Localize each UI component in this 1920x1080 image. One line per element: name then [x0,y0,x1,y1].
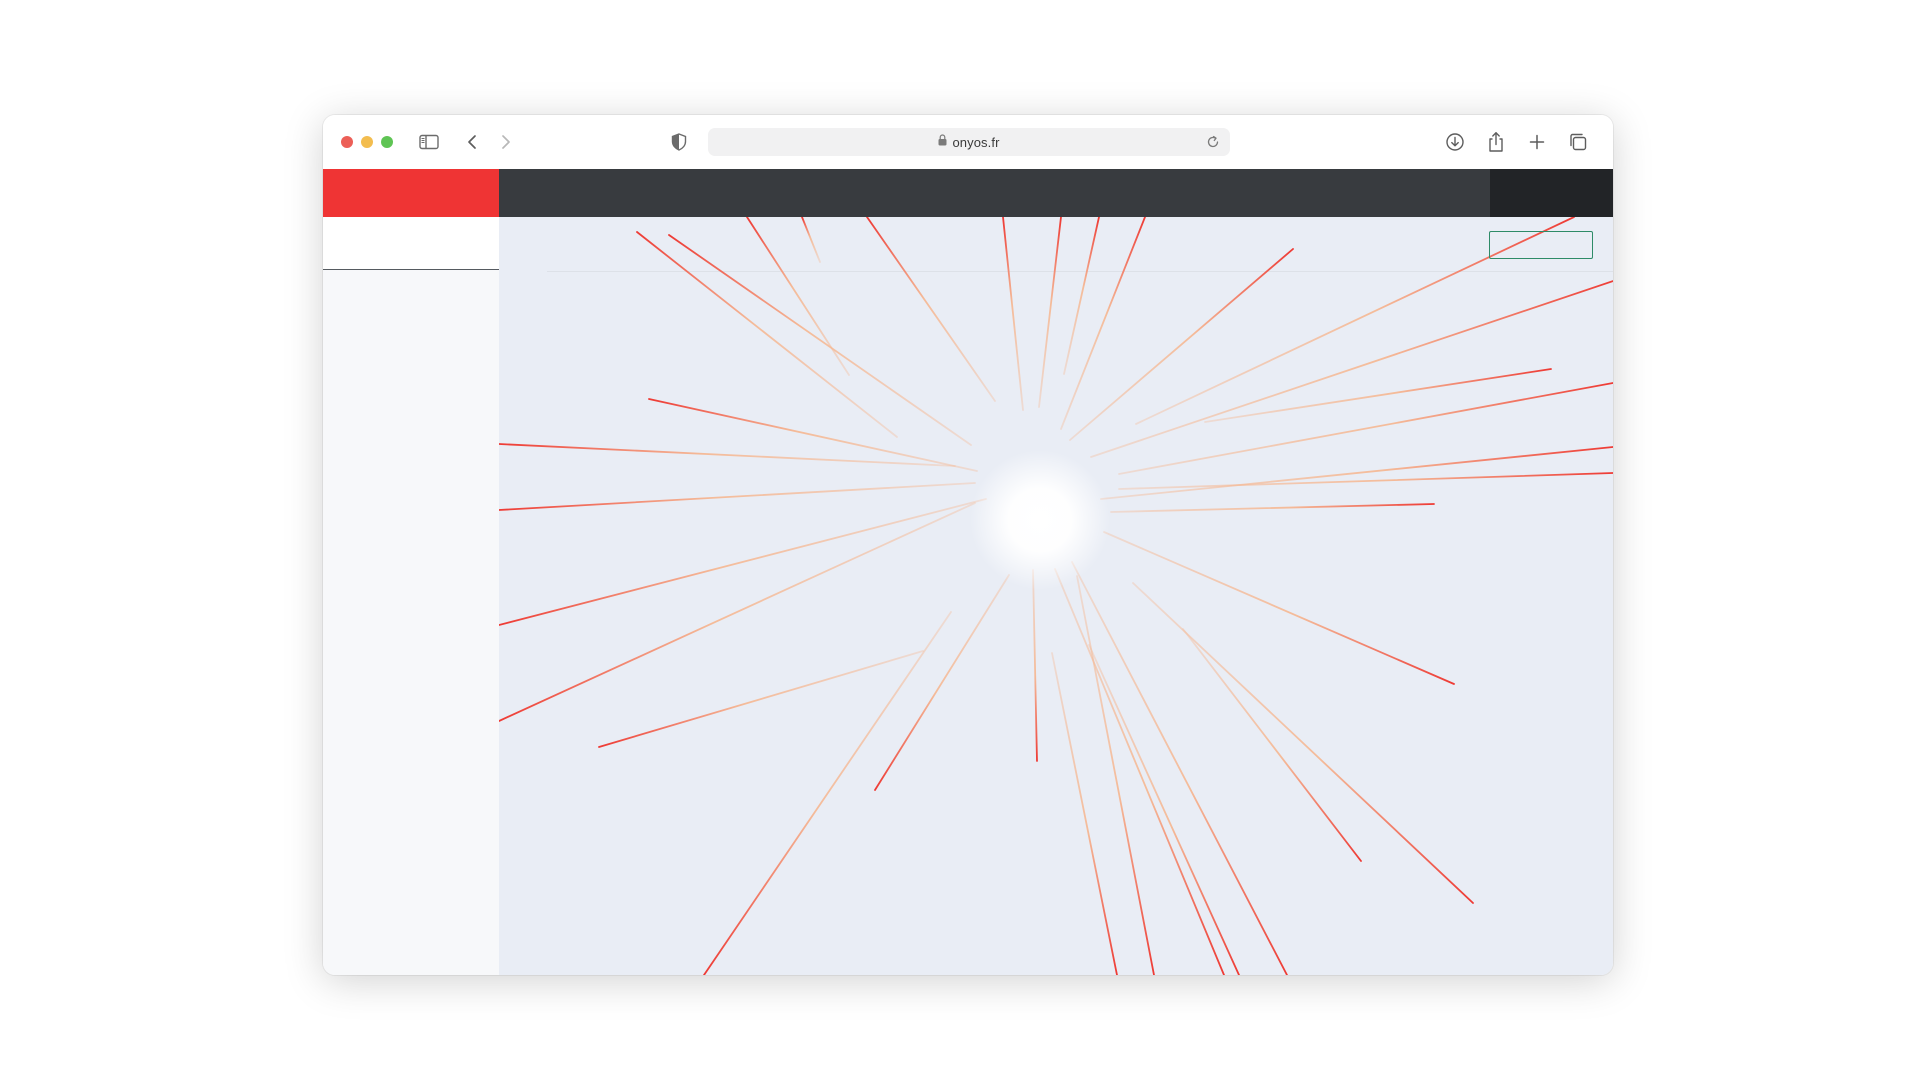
burst-ray [499,482,976,511]
burst-ray [499,498,987,626]
burst-ray [1051,652,1118,975]
burst-ray [1076,575,1155,975]
burst-ray [648,398,978,472]
burst-ray [1110,503,1435,513]
burst-ray [703,611,952,975]
page-viewport [323,169,1613,975]
sidebar-icon[interactable] [417,130,441,154]
burst-ray [598,650,924,748]
burst-ray [499,443,956,467]
header-action-button[interactable] [1489,231,1593,259]
burst-ray [746,217,850,376]
loading-burst-animation [499,217,1613,975]
burst-ray [866,217,996,402]
browser-window: onyos.fr [323,115,1613,975]
burst-ray [1060,217,1146,430]
lock-icon [938,133,947,151]
chevron-right-icon[interactable] [493,130,517,154]
url-text: onyos.fr [952,134,1000,150]
top-navigation-user-area[interactable] [1490,169,1613,217]
burst-ray [1002,217,1024,411]
burst-ray [1088,644,1240,975]
burst-ray [499,502,976,722]
browser-toolbar: onyos.fr [323,115,1613,169]
main-content [499,217,1613,975]
download-icon[interactable] [1443,130,1467,154]
burst-ray [1069,248,1294,441]
burst-ray [874,574,1010,791]
brand-logo-area[interactable] [323,169,499,217]
close-window-button[interactable] [341,136,353,148]
burst-ray [1054,568,1225,975]
tabs-overview-icon[interactable] [1566,130,1590,154]
burst-ray [1100,446,1613,500]
burst-ray [1063,217,1100,375]
shield-icon[interactable] [667,130,691,154]
chevron-left-icon[interactable] [461,130,485,154]
burst-ray [1118,472,1613,490]
burst-ray [1103,531,1455,685]
reload-icon[interactable] [1206,135,1220,154]
burst-ray [1204,368,1552,423]
top-navigation-bar [499,169,1490,217]
sidebar-header [323,217,499,270]
burst-glow [970,450,1110,590]
burst-ray [801,217,821,263]
minimize-window-button[interactable] [361,136,373,148]
burst-ray [1032,569,1038,762]
share-icon[interactable] [1484,130,1508,154]
burst-ray [1038,217,1062,408]
sidebar [323,217,499,975]
zoom-window-button[interactable] [381,136,393,148]
plus-icon[interactable] [1525,130,1549,154]
address-bar[interactable]: onyos.fr [708,128,1230,156]
burst-ray [636,231,898,438]
